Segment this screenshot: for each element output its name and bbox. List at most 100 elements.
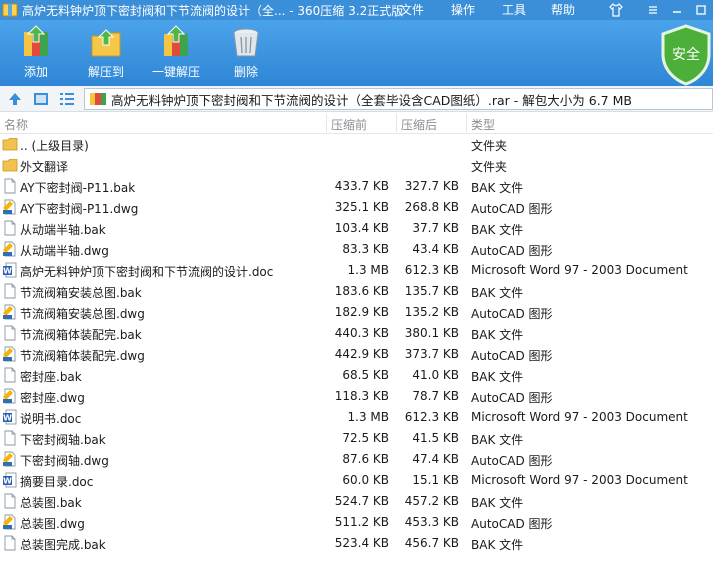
file-unpacked-size: 43.4 KB — [412, 242, 459, 256]
file-name: 下密封阀轴.bak — [20, 433, 106, 447]
menu-dropdown-button[interactable] — [641, 0, 665, 20]
dwg-icon — [3, 304, 16, 320]
delete-button[interactable]: 删除 — [210, 24, 282, 84]
security-shield-icon[interactable]: 安全 — [659, 24, 713, 86]
column-divider[interactable] — [326, 114, 327, 132]
file-unpacked-size: 268.8 KB — [404, 200, 459, 214]
file-row[interactable]: 节流阀箱体装配完.dwg 442.9 KB 373.7 KB AutoCAD 图形 — [0, 344, 713, 365]
file-unpacked-size: 47.4 KB — [412, 452, 459, 466]
file-type: AutoCAD 图形 — [471, 454, 553, 468]
folder-icon — [2, 138, 18, 151]
menu-operation[interactable]: 操作 — [451, 0, 475, 20]
file-type: AutoCAD 图形 — [471, 517, 553, 531]
file-name: 总装图.dwg — [20, 517, 85, 531]
file-type: AutoCAD 图形 — [471, 202, 553, 216]
minimize-button[interactable] — [665, 0, 689, 20]
file-row[interactable]: 密封座.bak 68.5 KB 41.0 KB BAK 文件 — [0, 365, 713, 386]
dwg-icon — [3, 451, 16, 467]
file-icon — [4, 367, 16, 383]
one-click-extract-button[interactable]: 一键解压 — [140, 24, 212, 84]
file-packed-size: 511.2 KB — [334, 515, 389, 529]
file-name: 总装图完成.bak — [20, 538, 106, 552]
file-row[interactable]: AY下密封阀-P11.dwg 325.1 KB 268.8 KB AutoCAD 图形 — [0, 197, 713, 218]
maximize-button[interactable] — [689, 0, 713, 20]
thumbnail-view-icon[interactable] — [32, 90, 50, 108]
menu-file[interactable]: 文件 — [400, 0, 424, 20]
file-icon — [4, 430, 16, 446]
window-controls — [641, 0, 713, 20]
file-name: 总装图.bak — [20, 496, 82, 510]
file-packed-size: 182.9 KB — [334, 305, 389, 319]
file-row[interactable]: 从动端半轴.bak 103.4 KB 37.7 KB BAK 文件 — [0, 218, 713, 239]
folder-icon — [2, 159, 18, 172]
file-name: 密封座.bak — [20, 370, 82, 384]
file-row[interactable]: 总装图.dwg 511.2 KB 453.3 KB AutoCAD 图形 — [0, 512, 713, 533]
file-icon — [4, 283, 16, 299]
dwg-icon — [3, 514, 16, 530]
file-unpacked-size: 612.3 KB — [404, 410, 459, 424]
file-row[interactable]: 外文翻译 文件夹 — [0, 155, 713, 176]
menu-tools[interactable]: 工具 — [502, 0, 526, 20]
file-row[interactable]: AY下密封阀-P11.bak 433.7 KB 327.7 KB BAK 文件 — [0, 176, 713, 197]
file-row[interactable]: W 说明书.doc 1.3 MB 612.3 KB Microsoft Word 97 … — [0, 407, 713, 428]
file-row[interactable]: W 摘要目录.doc 60.0 KB 15.1 KB Microsoft Word 97… — [0, 470, 713, 491]
file-type: BAK 文件 — [471, 496, 524, 510]
file-unpacked-size: 373.7 KB — [404, 347, 459, 361]
file-row[interactable]: 从动端半轴.dwg 83.3 KB 43.4 KB AutoCAD 图形 — [0, 239, 713, 260]
add-archive-icon — [24, 25, 48, 56]
col-type[interactable]: 类型 — [471, 116, 495, 133]
col-unpacked[interactable]: 压缩后 — [401, 116, 437, 133]
maximize-icon — [696, 5, 706, 15]
file-packed-size: 524.7 KB — [334, 494, 389, 508]
dwg-icon — [3, 241, 16, 257]
archive-icon — [90, 93, 106, 105]
file-name: 节流阀箱体装配完.dwg — [20, 349, 145, 363]
file-type: BAK 文件 — [471, 433, 524, 447]
file-type: AutoCAD 图形 — [471, 244, 553, 258]
column-divider[interactable] — [396, 114, 397, 132]
title-bar: 高炉无料钟炉顶下密封阀和下节流阀的设计（全... - 360压缩 3.2正式版 — [0, 0, 713, 20]
file-name: 节流阀箱安装总图.dwg — [20, 307, 145, 321]
add-button[interactable]: 添加 — [0, 24, 72, 84]
file-name: .. (上级目录) — [20, 139, 89, 153]
file-packed-size: 1.3 MB — [347, 263, 389, 277]
col-name[interactable]: 名称 — [4, 116, 28, 133]
svg-text:W: W — [3, 414, 12, 423]
col-packed[interactable]: 压缩前 — [331, 116, 367, 133]
file-row[interactable]: 密封座.dwg 118.3 KB 78.7 KB AutoCAD 图形 — [0, 386, 713, 407]
word-doc-icon: W — [3, 262, 17, 278]
one-click-extract-icon — [164, 25, 188, 56]
file-type: Microsoft Word 97 - 2003 Document — [471, 473, 688, 487]
file-list: .. (上级目录) 文件夹 外文翻译 文件夹 AY下密封阀-P11.bak 433.7 K… — [0, 134, 713, 565]
file-row[interactable]: 节流阀箱体装配完.bak 440.3 KB 380.1 KB BAK 文件 — [0, 323, 713, 344]
file-row[interactable]: .. (上级目录) 文件夹 — [0, 134, 713, 155]
svg-text:W: W — [3, 477, 12, 486]
file-row[interactable]: W 高炉无料钟炉顶下密封阀和下节流阀的设计.doc 1.3 MB 612.3 KB Mi… — [0, 260, 713, 281]
file-packed-size: 72.5 KB — [342, 431, 389, 445]
file-row[interactable]: 节流阀箱安装总图.dwg 182.9 KB 135.2 KB AutoCAD 图形 — [0, 302, 713, 323]
file-name: AY下密封阀-P11.dwg — [20, 202, 139, 216]
file-name: 密封座.dwg — [20, 391, 85, 405]
list-view-icon[interactable] — [58, 90, 76, 108]
extract-to-button[interactable]: 解压到 — [70, 24, 142, 84]
delete-icon — [233, 28, 259, 57]
file-row[interactable]: 节流阀箱安装总图.bak 183.6 KB 135.7 KB BAK 文件 — [0, 281, 713, 302]
file-packed-size: 440.3 KB — [334, 326, 389, 340]
up-arrow-icon[interactable] — [6, 90, 24, 108]
delete-label: 删除 — [233, 65, 258, 79]
window-title: 高炉无料钟炉顶下密封阀和下节流阀的设计（全... - 360压缩 3.2正式版 — [22, 3, 404, 18]
archive-path: 高炉无料钟炉顶下密封阀和下节流阀的设计（全套毕设含CAD图纸）.rar - 解包… — [111, 92, 632, 108]
file-row[interactable]: 下密封阀轴.dwg 87.6 KB 47.4 KB AutoCAD 图形 — [0, 449, 713, 470]
file-type: BAK 文件 — [471, 538, 524, 552]
file-row[interactable]: 总装图.bak 524.7 KB 457.2 KB BAK 文件 — [0, 491, 713, 512]
toolbar: 添加 解压到 一键解压 删除 — [0, 20, 713, 86]
file-row[interactable]: 总装图完成.bak 523.4 KB 456.7 KB BAK 文件 — [0, 533, 713, 554]
menu-help[interactable]: 帮助 — [551, 0, 575, 20]
file-type: BAK 文件 — [471, 328, 524, 342]
skin-icon[interactable] — [608, 2, 624, 18]
file-row[interactable]: 下密封阀轴.bak 72.5 KB 41.5 KB BAK 文件 — [0, 428, 713, 449]
address-field[interactable]: 高炉无料钟炉顶下密封阀和下节流阀的设计（全套毕设含CAD图纸）.rar - 解包… — [84, 88, 713, 110]
file-unpacked-size: 457.2 KB — [404, 494, 459, 508]
column-divider[interactable] — [466, 114, 467, 132]
minimize-icon — [673, 11, 681, 13]
